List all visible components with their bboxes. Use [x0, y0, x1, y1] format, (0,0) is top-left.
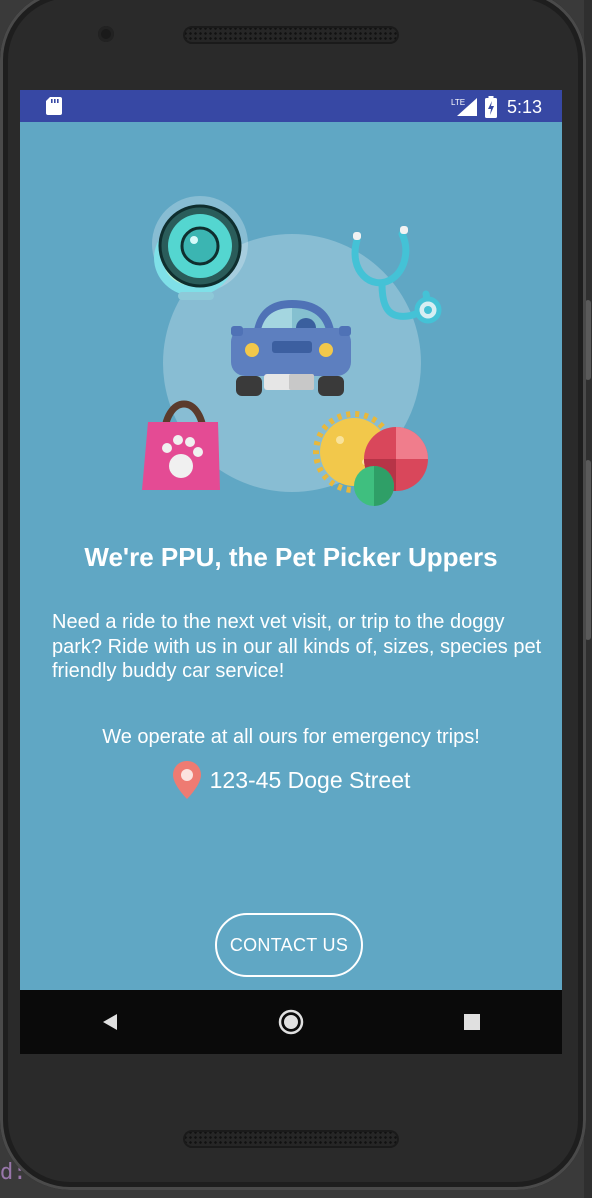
signal-icon: LTE — [451, 98, 477, 116]
bottom-speaker — [183, 1130, 399, 1148]
back-icon — [103, 1014, 118, 1030]
front-camera — [98, 26, 114, 42]
hero-illustration — [142, 196, 442, 506]
sd-card-icon — [46, 97, 62, 115]
status-time: 5:13 — [506, 96, 542, 117]
page-title: We're PPU, the Pet Picker Uppers — [84, 542, 498, 572]
recents-icon — [463, 1014, 480, 1030]
hours-text: We operate at all ours for emergency tri… — [102, 726, 480, 748]
contact-us-button[interactable]: CONTACT US — [215, 913, 363, 977]
battery-icon — [484, 96, 497, 118]
network-label: LTE — [451, 98, 465, 107]
home-icon — [278, 1009, 304, 1035]
phone-frame: LTE 5:13 We're PPU, the Pet Picker Upper… — [0, 0, 586, 1190]
address-text: 123-45 Doge Street — [209, 766, 411, 793]
recents-button[interactable] — [442, 992, 502, 1052]
location-pin-icon — [172, 761, 201, 799]
app-screen: LTE 5:13 We're PPU, the Pet Picker Upper… — [20, 90, 562, 1054]
main-content: We're PPU, the Pet Picker Uppers Need a … — [20, 122, 562, 990]
description-text: Need a ride to the next vet visit, or tr… — [52, 611, 542, 682]
navigation-bar — [20, 990, 562, 1054]
top-speaker — [183, 26, 399, 44]
pet-toys-icon — [313, 411, 428, 506]
home-button[interactable] — [261, 992, 321, 1052]
status-bar: LTE 5:13 — [20, 90, 562, 122]
address-row: 123-45 Doge Street — [20, 760, 562, 800]
back-button[interactable] — [80, 992, 140, 1052]
